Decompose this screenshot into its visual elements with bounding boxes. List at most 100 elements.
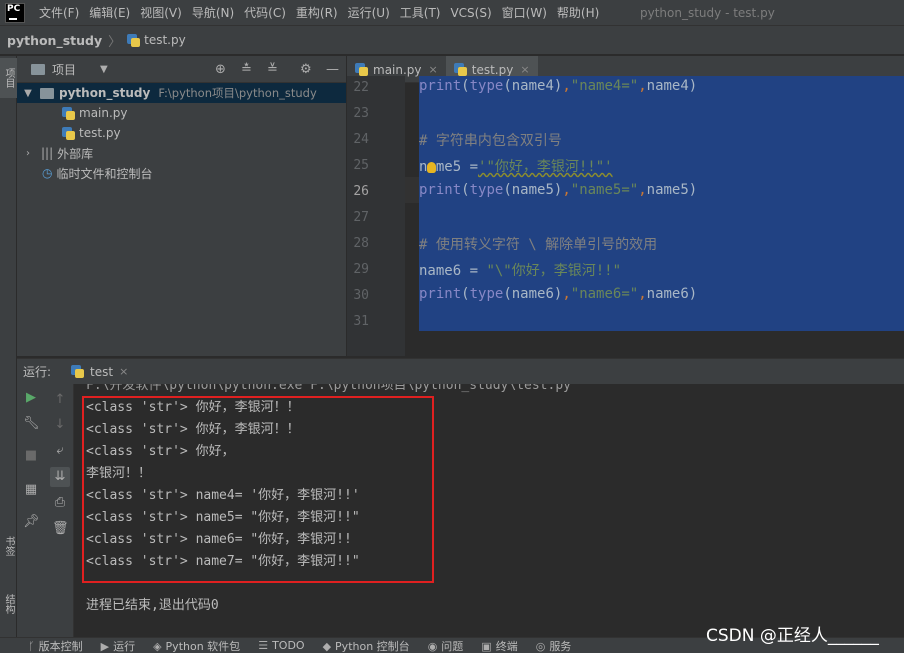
rerun-icon[interactable]: ▶ [23,390,39,406]
wrench-icon[interactable]: 🔧︎ [23,416,40,432]
menu-navigate[interactable]: 导航(N) [192,4,234,21]
tree-root-label: python_study [59,86,151,100]
close-icon[interactable]: × [119,365,128,378]
code-line-25: name5 ='"你好，李银河!!"' [419,159,613,175]
bottom-tab-services[interactable]: ◎ 服务 [536,638,572,653]
bottom-tab-python-packages[interactable]: ◈ Python 软件包 [153,638,240,653]
current-line-highlight [405,177,419,203]
menu-tools[interactable]: 工具(T) [400,4,441,21]
line-number: 22 [353,80,369,95]
gear-icon[interactable]: ⚙ [300,62,312,77]
menu-help[interactable]: 帮助(H) [557,4,599,21]
run-toolbar-secondary: ↑ ↓ ⤶ ⇊ ⎙ 🗑︎ [46,384,74,637]
chevron-right-icon[interactable]: › [22,148,34,159]
python-file-icon [62,106,75,120]
editor-background [405,331,904,356]
menu-vcs[interactable]: VCS(S) [450,6,491,20]
collapse-all-icon[interactable]: ≚ [267,62,278,77]
arrow-up-icon[interactable]: ↑ [52,392,68,408]
trash-icon[interactable]: 🗑︎ [52,521,69,537]
breadcrumb-file[interactable]: test.py [144,33,186,47]
code-line-24: # 字符串内包含双引号 [419,133,562,149]
menu-code[interactable]: 代码(C) [244,4,286,21]
bottom-tab-run[interactable]: ▶ 运行 [101,638,135,653]
code-line-28: # 使用转义字符 \ 解除单引号的效用 [419,237,658,253]
menu-bar: PC 文件(F) 编辑(E) 视图(V) 导航(N) 代码(C) 重构(R) 运… [0,0,904,26]
python-console-icon: ◆ [322,639,332,653]
bottom-tab-terminal[interactable]: ▣ 终端 [481,638,517,653]
tree-root-python-study[interactable]: ▼ python_study F:\python项目\python_study [17,83,346,103]
services-icon: ◎ [535,639,546,653]
tree-item-external-libs[interactable]: › ||| 外部库 [17,143,346,163]
bottom-tab-todo[interactable]: ☰ TODO [258,639,304,652]
terminal-icon: ▣ [481,639,492,653]
expand-all-icon[interactable]: ≛ [241,62,252,77]
line-number-gutter: 22 23 24 25 26 27 28 29 30 31 [347,76,405,356]
close-icon[interactable]: × [429,63,438,76]
code-line-30: print(type(name6),"name6=",name6) [419,286,698,302]
pin-icon[interactable]: 📌︎ [23,514,40,530]
run-icon: ▶ [100,639,110,653]
hide-icon[interactable]: — [326,62,339,77]
folder-icon [40,87,54,99]
print-icon[interactable]: ⎙ [52,495,68,511]
project-tool-tab[interactable]: 项目 [0,58,17,98]
branch-icon: ᚴ [28,639,35,653]
run-panel-header: 运行: test × [17,358,904,384]
stop-icon[interactable]: ■ [23,448,39,464]
line-number: 28 [353,236,369,251]
chevron-down-icon[interactable]: ▼ [100,64,108,75]
python-file-icon [127,33,141,47]
run-config-tab[interactable]: test [90,365,113,379]
tree-item-scratches[interactable]: ◷ 临时文件和控制台 [17,163,346,183]
menu-edit[interactable]: 编辑(E) [89,4,130,21]
run-toolbar-primary: ▶ 🔧︎ ■ ▦ 📌︎ [17,384,46,637]
arrow-down-icon[interactable]: ↓ [52,417,68,433]
line-number: 25 [353,158,369,173]
lightbulb-icon[interactable] [427,162,436,173]
menu-window[interactable]: 窗口(W) [502,4,547,21]
python-file-icon [355,63,368,76]
soft-wrap-icon[interactable]: ⤶ [52,443,68,459]
line-number: 29 [353,262,369,277]
line-number: 24 [353,132,369,147]
line-number: 27 [353,210,369,225]
warning-icon: ◉ [427,639,438,653]
close-icon[interactable]: × [520,63,529,76]
bottom-tab-problems[interactable]: ◉ 问题 [428,638,464,653]
python-file-icon [62,126,75,140]
tree-item-label: 临时文件和控制台 [56,166,153,181]
line-number-current: 26 [353,184,369,199]
tree-root-path: F:\python项目\python_study [158,86,317,100]
code-line-29: name6 = "\"你好，李银河!!" [419,263,622,279]
left-tool-strip: 项目 书签 结构 [0,56,17,637]
menu-view[interactable]: 视图(V) [140,4,182,21]
locate-file-icon[interactable]: ⊕ [215,62,226,77]
highlight-annotation-box [82,396,434,583]
menu-file[interactable]: 文件(F) [39,4,79,21]
scratches-icon: ◷ [42,166,53,180]
project-view-icon [31,63,45,75]
layout-icon[interactable]: ▦ [23,482,39,498]
project-panel: 项目 ▼ ⊕ ≛ ≚ ⚙ — ▼ python_study F:\python项… [17,56,346,356]
structure-tool-tab[interactable]: 结构 [0,584,17,624]
line-number: 30 [353,288,369,303]
tree-item-main-py[interactable]: main.py [17,103,346,123]
tree-item-test-py[interactable]: test.py [17,123,346,143]
chevron-right-icon: 〉 [108,34,122,50]
breadcrumb: python_study 〉 test.py [0,26,904,55]
scroll-to-end-icon[interactable]: ⇊ [50,467,70,487]
menu-refactor[interactable]: 重构(R) [296,4,338,21]
bottom-tab-vcs[interactable]: ᚴ 版本控制 [28,638,83,653]
code-editor[interactable]: print(type(name4),"name4=",name4) # 字符串内… [419,76,904,331]
library-icon: ||| [41,146,54,160]
project-panel-title[interactable]: 项目 [52,61,76,78]
chevron-down-icon[interactable]: ▼ [22,88,34,99]
bottom-tab-python-console[interactable]: ◆ Python 控制台 [323,638,410,653]
code-line-22: print(type(name4),"name4=",name4) [419,78,698,94]
breadcrumb-project[interactable]: python_study [7,33,102,48]
console-exit-message: 进程已结束,退出代码0 [86,598,219,613]
menu-run[interactable]: 运行(U) [348,4,390,21]
bookmarks-tool-tab[interactable]: 书签 [0,526,17,566]
project-panel-header: 项目 ▼ ⊕ ≛ ≚ ⚙ — [17,56,346,83]
